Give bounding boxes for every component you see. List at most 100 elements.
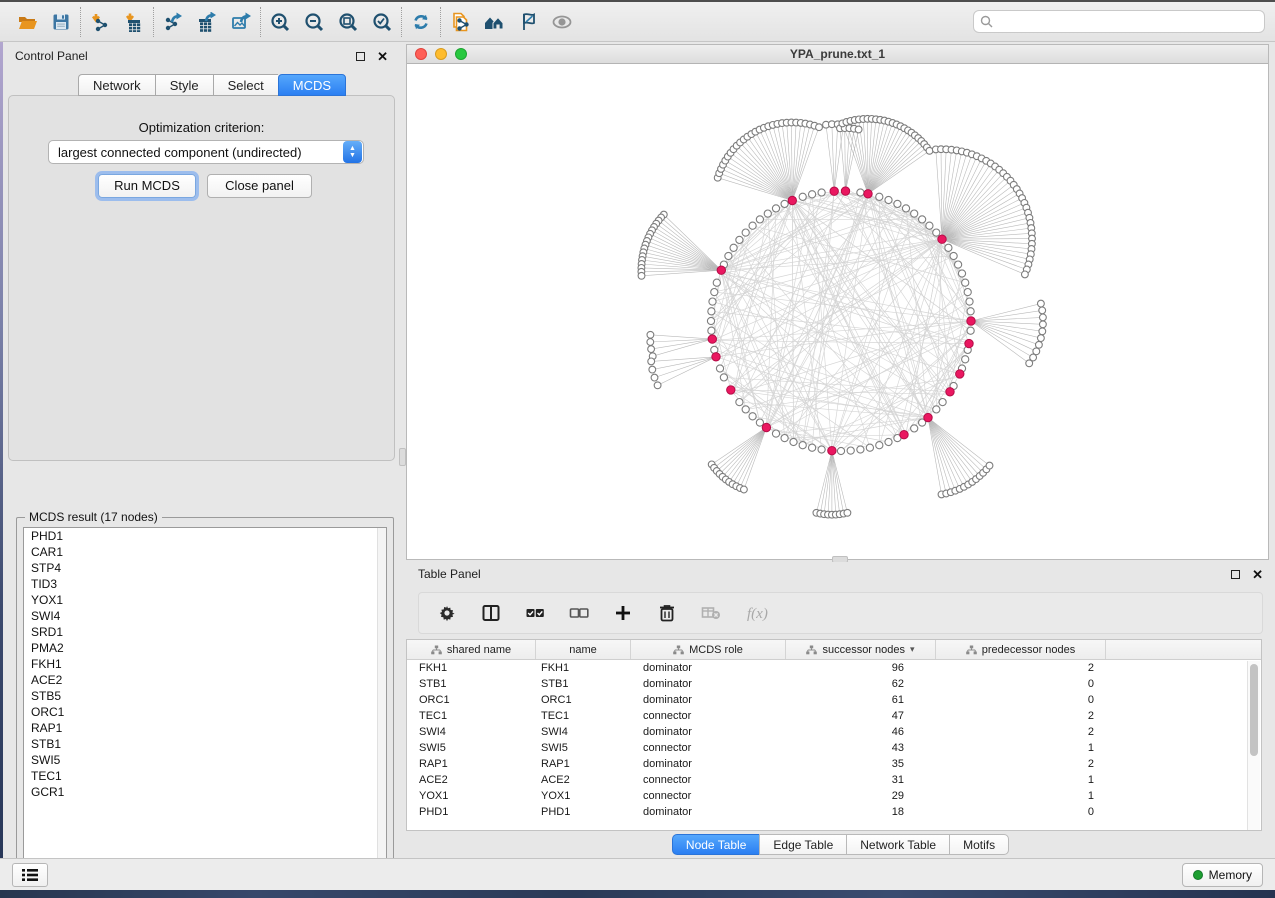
graphics-details-button[interactable] xyxy=(511,6,545,38)
table-row[interactable]: YOX1 YOX1 connector 29 1 xyxy=(407,788,1261,804)
memory-status-icon xyxy=(1193,870,1203,880)
select-all-button[interactable] xyxy=(525,598,545,628)
delete-column-button[interactable] xyxy=(657,598,677,628)
tab-style[interactable]: Style xyxy=(155,74,213,96)
mcds-list-scrollbar[interactable] xyxy=(377,528,386,880)
zoom-selected-button[interactable] xyxy=(365,6,399,38)
export-table-icon xyxy=(197,12,217,32)
import-network-button[interactable] xyxy=(83,6,117,38)
table-scrollbar[interactable] xyxy=(1247,661,1260,830)
svg-text:f(x): f(x) xyxy=(747,606,768,622)
panel-selector-button[interactable] xyxy=(12,863,48,887)
refresh-layout-button[interactable] xyxy=(404,6,438,38)
clone-network-button[interactable] xyxy=(443,6,477,38)
column-header-shared-name[interactable]: shared name xyxy=(407,640,536,659)
tab-mcds[interactable]: MCDS xyxy=(278,74,346,96)
tab-network[interactable]: Network xyxy=(78,74,155,96)
fan-edges xyxy=(641,119,1043,515)
add-column-button[interactable] xyxy=(613,598,633,628)
run-mcds-button[interactable]: Run MCDS xyxy=(98,174,196,198)
close-table-panel-icon[interactable]: ✕ xyxy=(1252,570,1263,579)
search-input[interactable] xyxy=(998,15,1258,29)
close-panel-button[interactable]: Close panel xyxy=(207,174,312,198)
tab-node-table[interactable]: Node Table xyxy=(672,834,760,855)
memory-button[interactable]: Memory xyxy=(1182,863,1263,887)
refresh-layout-icon xyxy=(411,12,431,32)
table-row[interactable]: FKH1 FKH1 dominator 96 2 xyxy=(407,660,1261,676)
mcds-result-item[interactable]: PHD1 xyxy=(24,528,386,544)
mcds-result-item[interactable]: ACE2 xyxy=(24,672,386,688)
table-toolbar: f(x) xyxy=(418,592,1263,634)
graphics-details-icon xyxy=(518,12,538,32)
control-panel-title: Control Panel xyxy=(15,49,88,63)
select-stepper-icon[interactable]: ▲▼ xyxy=(343,141,362,163)
column-header-name[interactable]: name xyxy=(536,640,631,659)
mcds-result-item[interactable]: SWI4 xyxy=(24,608,386,624)
optimization-criterion-label: Optimization criterion: xyxy=(9,120,394,135)
mcds-result-item[interactable]: YOX1 xyxy=(24,592,386,608)
optimization-criterion-select[interactable]: largest connected component (undirected)… xyxy=(48,140,364,164)
float-table-panel-icon[interactable] xyxy=(1231,570,1240,579)
column-header-predecessor-nodes[interactable]: predecessor nodes xyxy=(936,640,1106,659)
table-row[interactable]: TEC1 TEC1 connector 47 2 xyxy=(407,708,1261,724)
tab-motifs[interactable]: Motifs xyxy=(949,834,1009,855)
satellite-nodes[interactable] xyxy=(638,115,1046,518)
control-panel-tabs: NetworkStyleSelectMCDS xyxy=(78,74,346,96)
table-row[interactable]: ORC1 ORC1 dominator 61 0 xyxy=(407,692,1261,708)
select-all-icon xyxy=(525,603,545,623)
mcds-result-item[interactable]: TEC1 xyxy=(24,768,386,784)
column-header-MCDS-role[interactable]: MCDS role xyxy=(631,640,786,659)
first-neighbors-button[interactable] xyxy=(477,6,511,38)
zoom-fit-button[interactable] xyxy=(331,6,365,38)
import-table-button[interactable] xyxy=(117,6,151,38)
table-row[interactable]: STB1 STB1 dominator 62 0 xyxy=(407,676,1261,692)
mcds-result-item[interactable]: STB5 xyxy=(24,688,386,704)
tab-edge-table[interactable]: Edge Table xyxy=(759,834,846,855)
mcds-result-item[interactable]: GCR1 xyxy=(24,784,386,800)
mcds-result-item[interactable]: RAP1 xyxy=(24,720,386,736)
network-canvas[interactable] xyxy=(407,64,1268,559)
mcds-result-item[interactable]: FKH1 xyxy=(24,656,386,672)
table-row[interactable]: ACE2 ACE2 connector 31 1 xyxy=(407,772,1261,788)
close-panel-icon[interactable]: ✕ xyxy=(377,52,388,61)
mcds-result-list[interactable]: PHD1CAR1STP4TID3YOX1SWI4SRD1PMA2FKH1ACE2… xyxy=(23,527,387,881)
network-window-titlebar[interactable]: YPA_prune.txt_1 xyxy=(407,45,1268,64)
mcds-result-item[interactable]: ORC1 xyxy=(24,704,386,720)
open-session-button[interactable] xyxy=(10,6,44,38)
columns-button[interactable] xyxy=(481,598,501,628)
table-row[interactable]: RAP1 RAP1 dominator 35 2 xyxy=(407,756,1261,772)
add-column-icon xyxy=(613,603,633,623)
mcds-result-item[interactable]: SRD1 xyxy=(24,624,386,640)
gear-button[interactable] xyxy=(437,598,457,628)
show-details-eye-button xyxy=(545,6,579,38)
tab-select[interactable]: Select xyxy=(213,74,278,96)
table-scrollbar-thumb[interactable] xyxy=(1250,664,1258,756)
hierarchy-icon xyxy=(673,645,684,655)
save-session-button[interactable] xyxy=(44,6,78,38)
mcds-result-item[interactable]: TID3 xyxy=(24,576,386,592)
column-label: shared name xyxy=(447,644,511,656)
mcds-result-item[interactable]: STB1 xyxy=(24,736,386,752)
table-panel-title: Table Panel xyxy=(418,567,481,581)
tab-network-table[interactable]: Network Table xyxy=(846,834,949,855)
column-header-successor-nodes[interactable]: successor nodes▾ xyxy=(786,640,936,659)
mcds-result-item[interactable]: PMA2 xyxy=(24,640,386,656)
network-graph[interactable] xyxy=(407,64,1268,559)
mcds-result-item[interactable]: CAR1 xyxy=(24,544,386,560)
table-row[interactable]: SWI5 SWI5 connector 43 1 xyxy=(407,740,1261,756)
export-table-button[interactable] xyxy=(190,6,224,38)
search-box[interactable] xyxy=(973,10,1265,33)
zoom-in-button[interactable] xyxy=(263,6,297,38)
table-row[interactable]: SWI4 SWI4 dominator 46 2 xyxy=(407,724,1261,740)
table-row[interactable]: PHD1 PHD1 dominator 18 0 xyxy=(407,804,1261,820)
float-panel-icon[interactable] xyxy=(356,52,365,61)
mcds-result-item[interactable]: SWI5 xyxy=(24,752,386,768)
mcds-result-item[interactable]: STP4 xyxy=(24,560,386,576)
zoom-out-button[interactable] xyxy=(297,6,331,38)
export-image-button[interactable] xyxy=(224,6,258,38)
export-network-button[interactable] xyxy=(156,6,190,38)
export-image-icon xyxy=(231,12,251,32)
deselect-all-button[interactable] xyxy=(569,598,589,628)
vertical-splitter-handle[interactable] xyxy=(399,448,406,466)
mcds-result-title: MCDS result (17 nodes) xyxy=(25,510,162,524)
